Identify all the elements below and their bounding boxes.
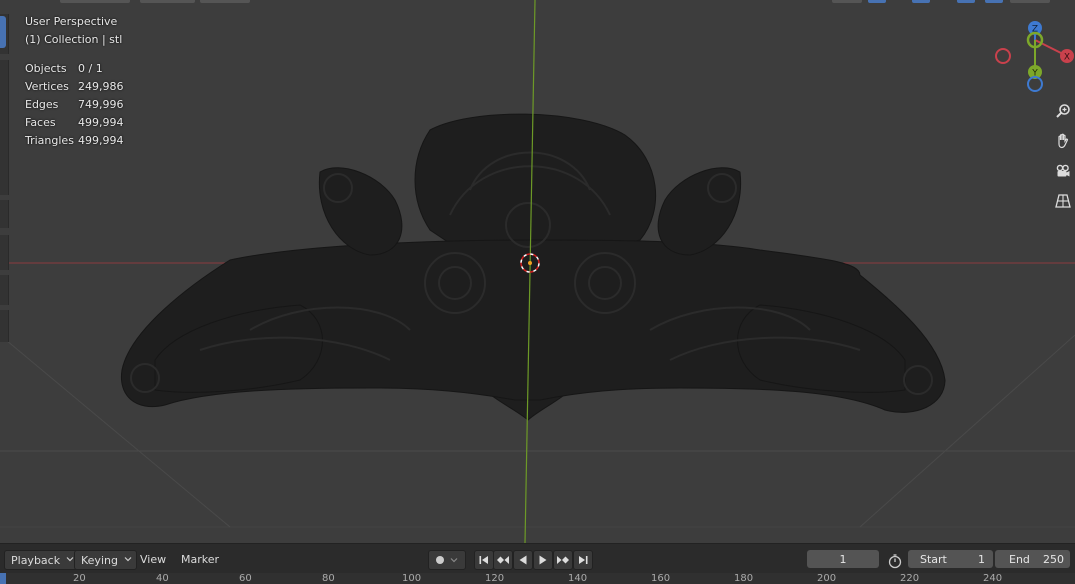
chevron-down-icon (124, 557, 132, 562)
jump-keyframe-next-button[interactable] (553, 550, 573, 570)
current-frame-field[interactable]: 1 (807, 550, 879, 568)
keyframe-next-icon (557, 556, 569, 564)
keying-label: Keying (81, 553, 118, 567)
header-stub-active (912, 0, 930, 3)
ruler-tick: 180 (734, 573, 754, 584)
start-value: 1 (978, 552, 985, 566)
ruler-tick: 40 (156, 573, 169, 584)
timeline-header: Playback Keying View Marker 1 Start 1 En… (0, 543, 1075, 574)
toolbar-tab[interactable] (0, 200, 9, 228)
header-stub (1010, 0, 1050, 3)
keyframe-prev-icon (497, 556, 509, 564)
header-stub (60, 0, 130, 3)
jump-end-button[interactable] (573, 550, 593, 570)
play-reverse-icon (519, 555, 527, 565)
end-value: 250 (1043, 552, 1064, 566)
gizmo-x-label: X (1064, 53, 1070, 63)
ruler-tick: 200 (817, 573, 837, 584)
stat-value: 249,986 (78, 80, 124, 93)
stat-value: 749,996 (78, 98, 124, 111)
stat-row: Objects 0 / 1 (25, 62, 124, 80)
scene-statistics: Objects 0 / 1 Vertices 249,986 Edges 749,99… (25, 62, 124, 152)
stat-row: Triangles 499,994 (25, 134, 124, 152)
record-icon (436, 556, 444, 564)
marker-menu[interactable]: Marker (175, 550, 225, 568)
ruler-tick: 220 (900, 573, 920, 584)
hand-pan-icon[interactable] (1052, 130, 1074, 152)
stopwatch-icon[interactable] (887, 553, 903, 573)
ruler-tick: 120 (485, 573, 505, 584)
stat-value: 499,994 (78, 134, 124, 147)
jump-start-icon (479, 556, 488, 564)
viewport-perspective-label: User Perspective (25, 15, 118, 28)
ruler-tick: 140 (568, 573, 588, 584)
jump-keyframe-prev-button[interactable] (493, 550, 513, 570)
viewport-scene (0, 0, 1075, 543)
camera-icon[interactable] (1052, 160, 1074, 182)
stat-key: Edges (25, 98, 59, 111)
header-stub-active (957, 0, 975, 3)
play-button[interactable] (533, 550, 553, 570)
header-stub-active (985, 0, 1003, 3)
stat-key: Objects (25, 62, 67, 75)
playhead-marker[interactable] (0, 573, 6, 584)
play-icon (539, 555, 547, 565)
chevron-down-icon (450, 558, 458, 563)
gizmo-neg-z-axis[interactable] (1027, 76, 1043, 92)
stat-value: 499,994 (78, 116, 124, 129)
gizmo-neg-x-axis[interactable] (995, 48, 1011, 64)
start-frame-field[interactable]: Start 1 (908, 550, 993, 568)
end-frame-field[interactable]: End 250 (995, 550, 1070, 568)
jump-end-icon (579, 556, 588, 564)
grid-perspective-icon[interactable] (1052, 190, 1074, 212)
playback-label: Playback (11, 553, 61, 567)
stat-row: Faces 499,994 (25, 116, 124, 134)
timeline-ruler[interactable]: 20 40 60 80 100 120 140 160 180 200 220 … (0, 573, 1075, 584)
view-menu[interactable]: View (134, 550, 172, 568)
toolbar-tab[interactable] (0, 14, 9, 54)
header-stub (200, 0, 250, 3)
ruler-tick: 80 (322, 573, 335, 584)
toolbar-tab[interactable] (0, 275, 9, 305)
navigation-gizmo[interactable]: Z X Y (990, 18, 1075, 96)
stl-ornament-model (120, 113, 946, 421)
ruler-tick: 160 (651, 573, 671, 584)
stat-row: Vertices 249,986 (25, 80, 124, 98)
auto-keying-toggle[interactable] (428, 550, 466, 570)
toolbar-tab[interactable] (0, 235, 9, 270)
toolbar-tab[interactable] (0, 60, 9, 195)
end-label: End (1009, 552, 1030, 566)
stat-key: Triangles (25, 134, 74, 147)
stat-key: Vertices (25, 80, 69, 93)
header-stub (140, 0, 195, 3)
ruler-tick: 100 (402, 573, 422, 584)
start-label: Start (920, 552, 947, 566)
ruler-tick: 60 (239, 573, 252, 584)
playback-menu[interactable]: Playback (4, 550, 80, 570)
zoom-icon[interactable] (1052, 100, 1074, 122)
keying-menu[interactable]: Keying (74, 550, 137, 570)
stat-row: Edges 749,996 (25, 98, 124, 116)
3d-viewport[interactable]: User Perspective (1) Collection | stl Ob… (0, 0, 1075, 543)
ruler-tick: 240 (983, 573, 1003, 584)
header-stub-active (868, 0, 886, 3)
stat-value: 0 / 1 (78, 62, 103, 75)
jump-start-button[interactable] (474, 550, 494, 570)
ruler-tick: 20 (73, 573, 86, 584)
viewport-collection-label: (1) Collection | stl (25, 33, 123, 46)
stat-key: Faces (25, 116, 56, 129)
header-stub (832, 0, 862, 3)
toolbar-tab[interactable] (0, 310, 9, 342)
chevron-down-icon (66, 557, 74, 562)
play-reverse-button[interactable] (513, 550, 533, 570)
